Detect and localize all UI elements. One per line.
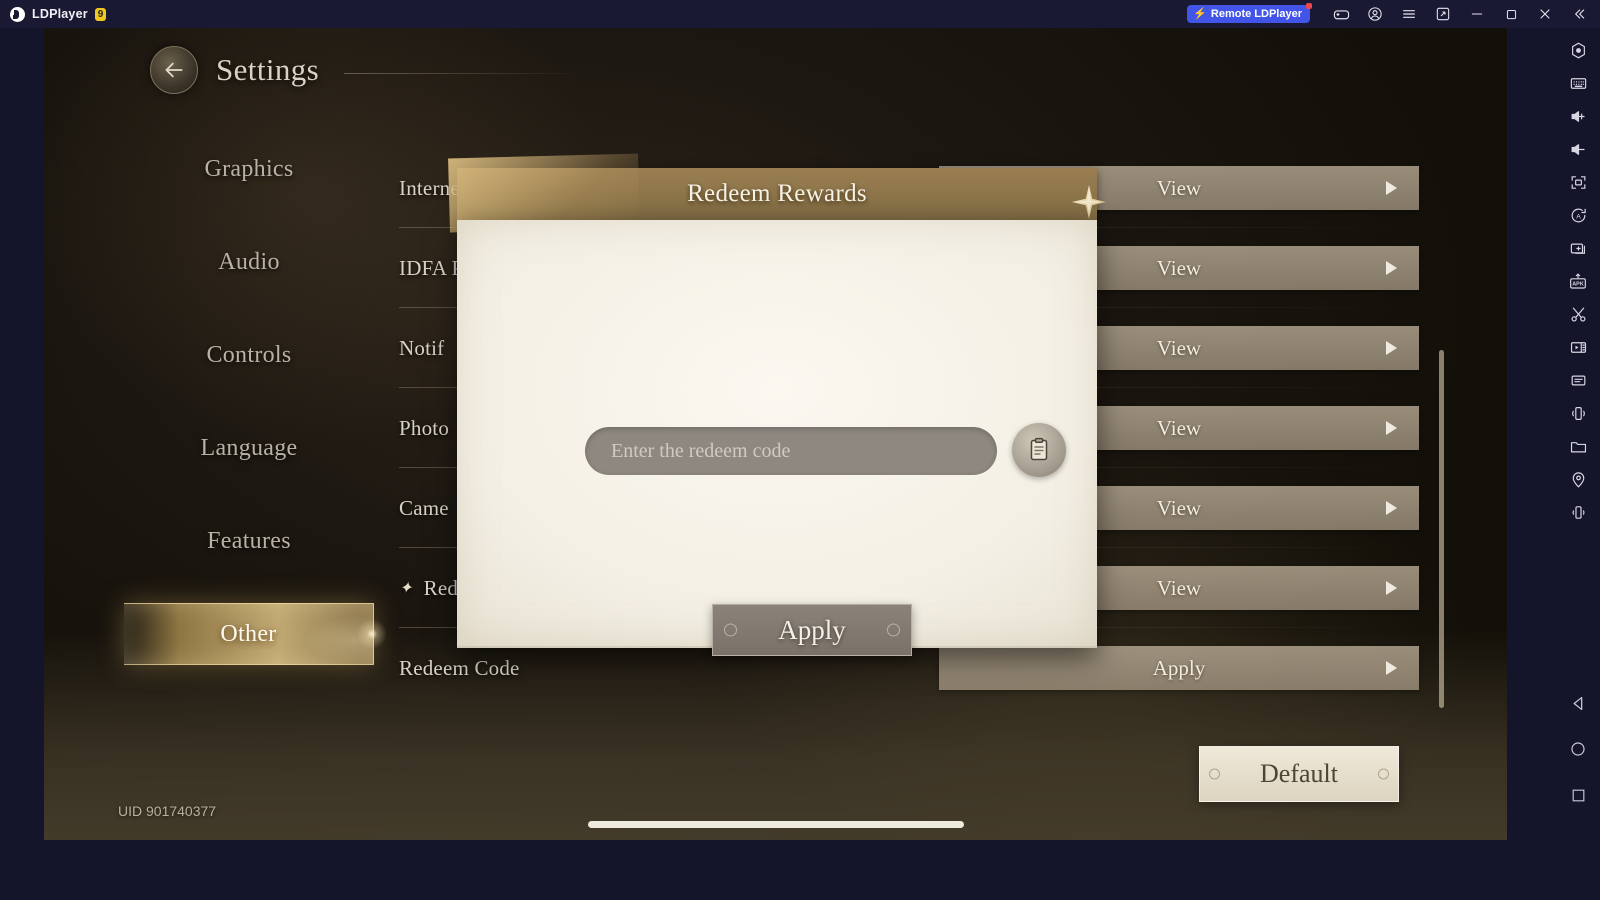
account-icon[interactable] xyxy=(1358,0,1392,28)
multi-instance-icon[interactable] xyxy=(1426,0,1460,28)
sidebar-item-label: Controls xyxy=(206,341,292,368)
android-recents-button[interactable] xyxy=(1558,772,1598,818)
version-badge: 9 xyxy=(94,7,107,21)
settings-header: Settings xyxy=(150,46,319,94)
tool-rail-top-group: A APK xyxy=(1558,28,1598,529)
sidebar-item-label: Language xyxy=(200,434,298,461)
sidebar-item-label: Other xyxy=(220,620,277,647)
chevron-right-icon xyxy=(1386,421,1397,435)
apk-install-icon[interactable]: APK xyxy=(1558,265,1598,298)
view-button-label: View xyxy=(1156,255,1202,280)
script-icon[interactable] xyxy=(1558,364,1598,397)
row-label-text: IDFA P xyxy=(399,255,464,280)
svg-text:APK: APK xyxy=(1572,281,1584,287)
new-indicator-dot xyxy=(1306,3,1312,9)
android-gesture-bar xyxy=(587,821,964,828)
row-label-text: Redeem Code xyxy=(399,655,520,680)
star-close-icon[interactable] xyxy=(1067,180,1111,224)
redeem-code-placeholder: Enter the redeem code xyxy=(611,439,791,462)
close-icon[interactable] xyxy=(1528,0,1562,28)
folder-icon[interactable] xyxy=(1558,430,1598,463)
default-button-label: Default xyxy=(1260,759,1338,788)
menu-icon[interactable] xyxy=(1392,0,1426,28)
chevron-right-icon xyxy=(1386,261,1397,275)
svg-text:A: A xyxy=(1576,213,1581,220)
row-label-text: Notif xyxy=(399,335,445,360)
ldplayer-logo-icon xyxy=(10,6,25,22)
chevron-right-icon xyxy=(1386,581,1397,595)
scissors-screenshot-icon[interactable] xyxy=(1558,298,1598,331)
dialog-apply-button[interactable]: Apply xyxy=(712,604,912,656)
redeem-code-input[interactable]: Enter the redeem code xyxy=(585,427,997,475)
android-home-button[interactable] xyxy=(1558,726,1598,772)
tool-rail: A APK xyxy=(1556,28,1600,900)
view-button-label: View xyxy=(1156,575,1202,600)
chevron-right-icon xyxy=(1386,501,1397,515)
sidebar-item-label: Graphics xyxy=(204,155,294,182)
default-button[interactable]: Default xyxy=(1199,746,1399,802)
keyboard-icon[interactable] xyxy=(1558,67,1598,100)
sparkle-icon: ✦ xyxy=(399,580,413,597)
dialog-title: Redeem Rewards xyxy=(687,180,867,207)
shake-icon[interactable] xyxy=(1558,397,1598,430)
back-arrow-icon[interactable] xyxy=(150,46,198,94)
row-label-text: Came xyxy=(399,495,449,520)
collapse-icon[interactable] xyxy=(1562,0,1596,28)
android-nav-group xyxy=(1558,680,1598,900)
dialog-body: Enter the redeem code Apply xyxy=(457,220,1097,656)
paste-clipboard-icon[interactable] xyxy=(1012,423,1066,477)
title-bar: LDPlayer 9 ⚡ Remote LDPlayer xyxy=(0,0,1600,28)
remote-ldplayer-button[interactable]: ⚡ Remote LDPlayer xyxy=(1187,3,1312,23)
chevron-right-icon xyxy=(1386,181,1397,195)
redeem-code-apply-button[interactable]: Apply xyxy=(939,646,1419,690)
chevron-right-icon xyxy=(1386,661,1397,675)
sidebar-item-label: Audio xyxy=(218,248,280,275)
sidebar-item-language[interactable]: Language xyxy=(124,417,374,479)
ldplayer-window: LDPlayer 9 ⚡ Remote LDPlayer A APK Setti… xyxy=(0,0,1600,900)
sidebar-item-graphics[interactable]: Graphics xyxy=(124,138,374,200)
row-label: Redeem Code xyxy=(399,656,839,681)
remote-ldplayer-label: Remote LDPlayer xyxy=(1210,8,1302,20)
multi-window-icon[interactable] xyxy=(1558,232,1598,265)
volume-up-icon[interactable] xyxy=(1558,100,1598,133)
chevron-right-icon xyxy=(1386,341,1397,355)
volume-down-icon[interactable] xyxy=(1558,133,1598,166)
redeem-rewards-dialog: Redeem Rewards Enter the redeem code App… xyxy=(457,168,1106,656)
app-name-label: LDPlayer xyxy=(32,7,88,21)
android-screen: Settings Graphics Audio Controls Languag… xyxy=(44,28,1507,840)
title-bar-brand: LDPlayer 9 xyxy=(0,6,107,22)
auto-rotate-icon[interactable]: A xyxy=(1558,199,1598,232)
settings-scrollbar[interactable] xyxy=(1439,350,1444,708)
view-button-label: View xyxy=(1156,495,1202,520)
settings-nav: Graphics Audio Controls Language Feature… xyxy=(124,138,374,696)
dialog-header: Redeem Rewards xyxy=(457,168,1106,220)
settings-hexagon-icon[interactable] xyxy=(1558,34,1598,67)
title-bar-controls: ⚡ Remote LDPlayer xyxy=(1187,0,1600,28)
bolt-icon: ⚡ xyxy=(1193,7,1207,20)
vibrate-icon[interactable] xyxy=(1558,496,1598,529)
minimize-icon[interactable] xyxy=(1460,0,1494,28)
maximize-icon[interactable] xyxy=(1494,0,1528,28)
header-divider xyxy=(344,73,584,74)
row-label-text: Photo xyxy=(399,415,450,440)
dialog-apply-label: Apply xyxy=(778,614,846,645)
sidebar-item-other[interactable]: Other xyxy=(124,603,374,665)
sidebar-item-features[interactable]: Features xyxy=(124,510,374,572)
view-button-label: View xyxy=(1156,335,1202,360)
location-icon[interactable] xyxy=(1558,463,1598,496)
video-record-icon[interactable] xyxy=(1558,331,1598,364)
uid-label: UID 901740377 xyxy=(118,803,217,819)
redeem-code-apply-label: Apply xyxy=(1152,655,1206,680)
sidebar-item-label: Features xyxy=(207,527,291,554)
gamepad-icon[interactable] xyxy=(1324,0,1358,28)
sidebar-item-audio[interactable]: Audio xyxy=(124,231,374,293)
sidebar-item-controls[interactable]: Controls xyxy=(124,324,374,386)
fullscreen-icon[interactable] xyxy=(1558,166,1598,199)
view-button-label: View xyxy=(1156,175,1202,200)
android-back-button[interactable] xyxy=(1558,680,1598,726)
view-button-label: View xyxy=(1156,415,1202,440)
page-title: Settings xyxy=(216,52,320,87)
